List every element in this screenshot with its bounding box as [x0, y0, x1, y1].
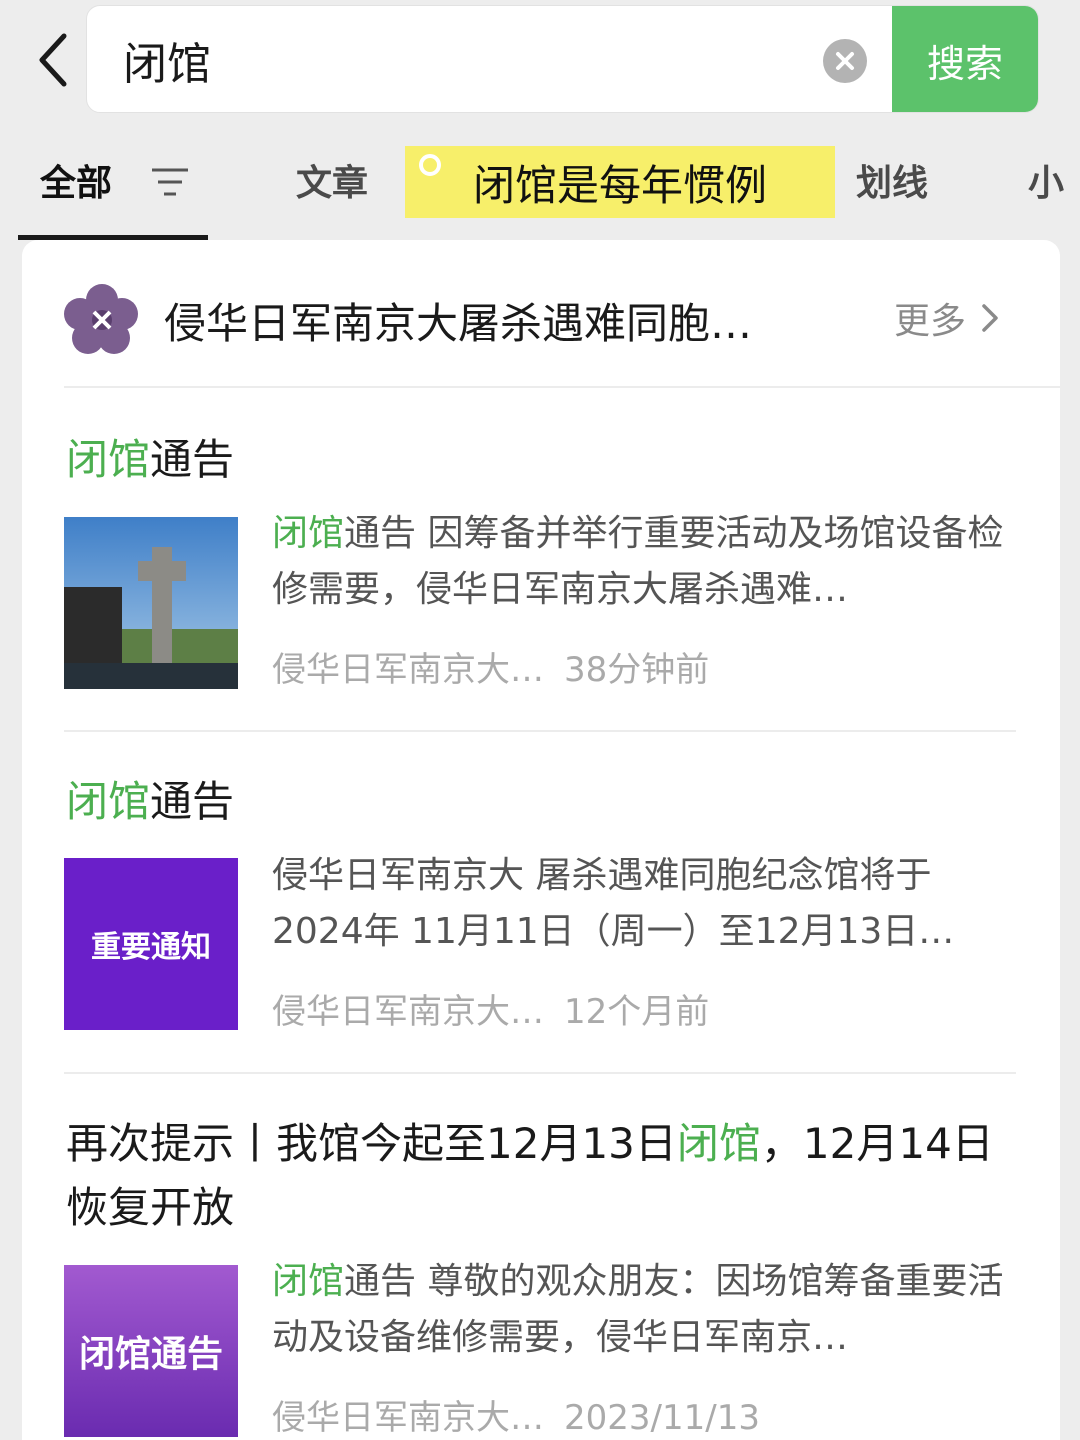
- article-title: 闭馆通告: [66, 770, 1026, 834]
- top-bar: 搜索: [0, 0, 1080, 124]
- divider: [64, 386, 1060, 388]
- article-item[interactable]: 再次提示丨我馆今起至12月13日闭馆，12月14日恢复开放 闭馆通告 闭馆通告 …: [22, 1094, 1060, 1440]
- title-text: 通告: [150, 777, 235, 826]
- article-snippet: 侵华日军南京大 屠杀遇难同胞纪念馆将于2024年 11月11日（周一）至12月1…: [272, 855, 955, 952]
- article-thumbnail: 闭馆通告: [64, 1265, 238, 1437]
- article-meta: 侵华日军南京大… 38分钟前: [272, 642, 709, 691]
- account-name: 侵华日军南京大屠杀遇难同胞…: [164, 299, 753, 348]
- back-arrow-icon[interactable]: [30, 28, 80, 92]
- search-input[interactable]: [123, 6, 803, 112]
- sticky-dot-icon: [419, 154, 441, 176]
- chevron-right-icon: [982, 304, 998, 332]
- article-time: 2023/11/13: [564, 1398, 760, 1438]
- article-source: 侵华日军南京大…: [272, 1398, 544, 1438]
- sticky-note: 闭馆是每年惯例: [405, 146, 835, 218]
- article-time: 38分钟前: [564, 650, 710, 690]
- article-time: 12个月前: [564, 992, 710, 1032]
- snippet-highlight: 闭馆: [272, 513, 345, 554]
- divider: [64, 730, 1016, 732]
- tab-highlights[interactable]: 划线: [856, 154, 928, 206]
- snippet-text: 通告 因筹备并举行重要活动及场馆设备检修需要，侵华日军南京大屠杀遇难…: [272, 513, 1004, 610]
- thumbnail-text: 重要通知: [91, 930, 211, 965]
- tab-all[interactable]: 全部: [40, 154, 112, 206]
- title-highlight: 闭馆: [676, 1119, 761, 1168]
- article-item[interactable]: 闭馆通告 重要通知 侵华日军南京大 屠杀遇难同胞纪念馆将于2024年 11月11…: [22, 752, 1060, 1072]
- title-text: 再次提示丨我馆今起至12月13日: [66, 1119, 677, 1168]
- article-thumbnail: [64, 517, 238, 689]
- results-card: 侵华日军南京大屠杀遇难同胞… 更多 闭馆通告 闭馆通告 因筹备并举行重要活动及场…: [22, 240, 1060, 1440]
- tab-mini-programs[interactable]: 小: [1028, 154, 1064, 206]
- article-title: 再次提示丨我馆今起至12月13日闭馆，12月14日恢复开放: [66, 1112, 1026, 1240]
- article-meta: 侵华日军南京大… 2023/11/13: [272, 1390, 760, 1439]
- tab-bar: 全部 文章 闭馆是每年惯例 划线 小: [0, 124, 1080, 240]
- article-meta: 侵华日军南京大… 12个月前: [272, 984, 709, 1033]
- article-source: 侵华日军南京大…: [272, 650, 544, 690]
- article-snippet: 闭馆通告 因筹备并举行重要活动及场馆设备检修需要，侵华日军南京大屠杀遇难…: [272, 506, 1022, 618]
- account-row[interactable]: 侵华日军南京大屠杀遇难同胞… 更多: [22, 240, 1060, 388]
- article-title: 闭馆通告: [66, 428, 1026, 492]
- more-label: 更多: [894, 301, 967, 342]
- sticky-note-text: 闭馆是每年惯例: [472, 160, 767, 210]
- tab-articles[interactable]: 文章: [296, 154, 368, 206]
- account-logo-icon: [64, 284, 138, 354]
- snippet-text: 通告 尊敬的观众朋友：因场馆筹备重要活动及设备维修需要，侵华日军南京…: [272, 1261, 1004, 1358]
- search-button[interactable]: 搜索: [892, 6, 1038, 112]
- thumbnail-text: 闭馆通告: [78, 1333, 223, 1375]
- clear-icon[interactable]: [823, 39, 867, 83]
- snippet-highlight: 闭馆: [272, 1261, 345, 1302]
- article-source: 侵华日军南京大…: [272, 992, 544, 1032]
- title-highlight: 闭馆: [66, 435, 151, 484]
- divider: [64, 1072, 1016, 1074]
- filter-icon[interactable]: [150, 164, 190, 200]
- more-link[interactable]: 更多: [894, 292, 1004, 344]
- article-item[interactable]: 闭馆通告 闭馆通告 因筹备并举行重要活动及场馆设备检修需要，侵华日军南京大屠杀遇: [22, 410, 1060, 730]
- article-thumbnail: 重要通知: [64, 858, 238, 1030]
- title-text: 通告: [150, 435, 235, 484]
- search-box: 搜索: [86, 5, 1039, 113]
- title-highlight: 闭馆: [66, 777, 151, 826]
- article-snippet: 闭馆通告 尊敬的观众朋友：因场馆筹备重要活动及设备维修需要，侵华日军南京…: [272, 1254, 1022, 1366]
